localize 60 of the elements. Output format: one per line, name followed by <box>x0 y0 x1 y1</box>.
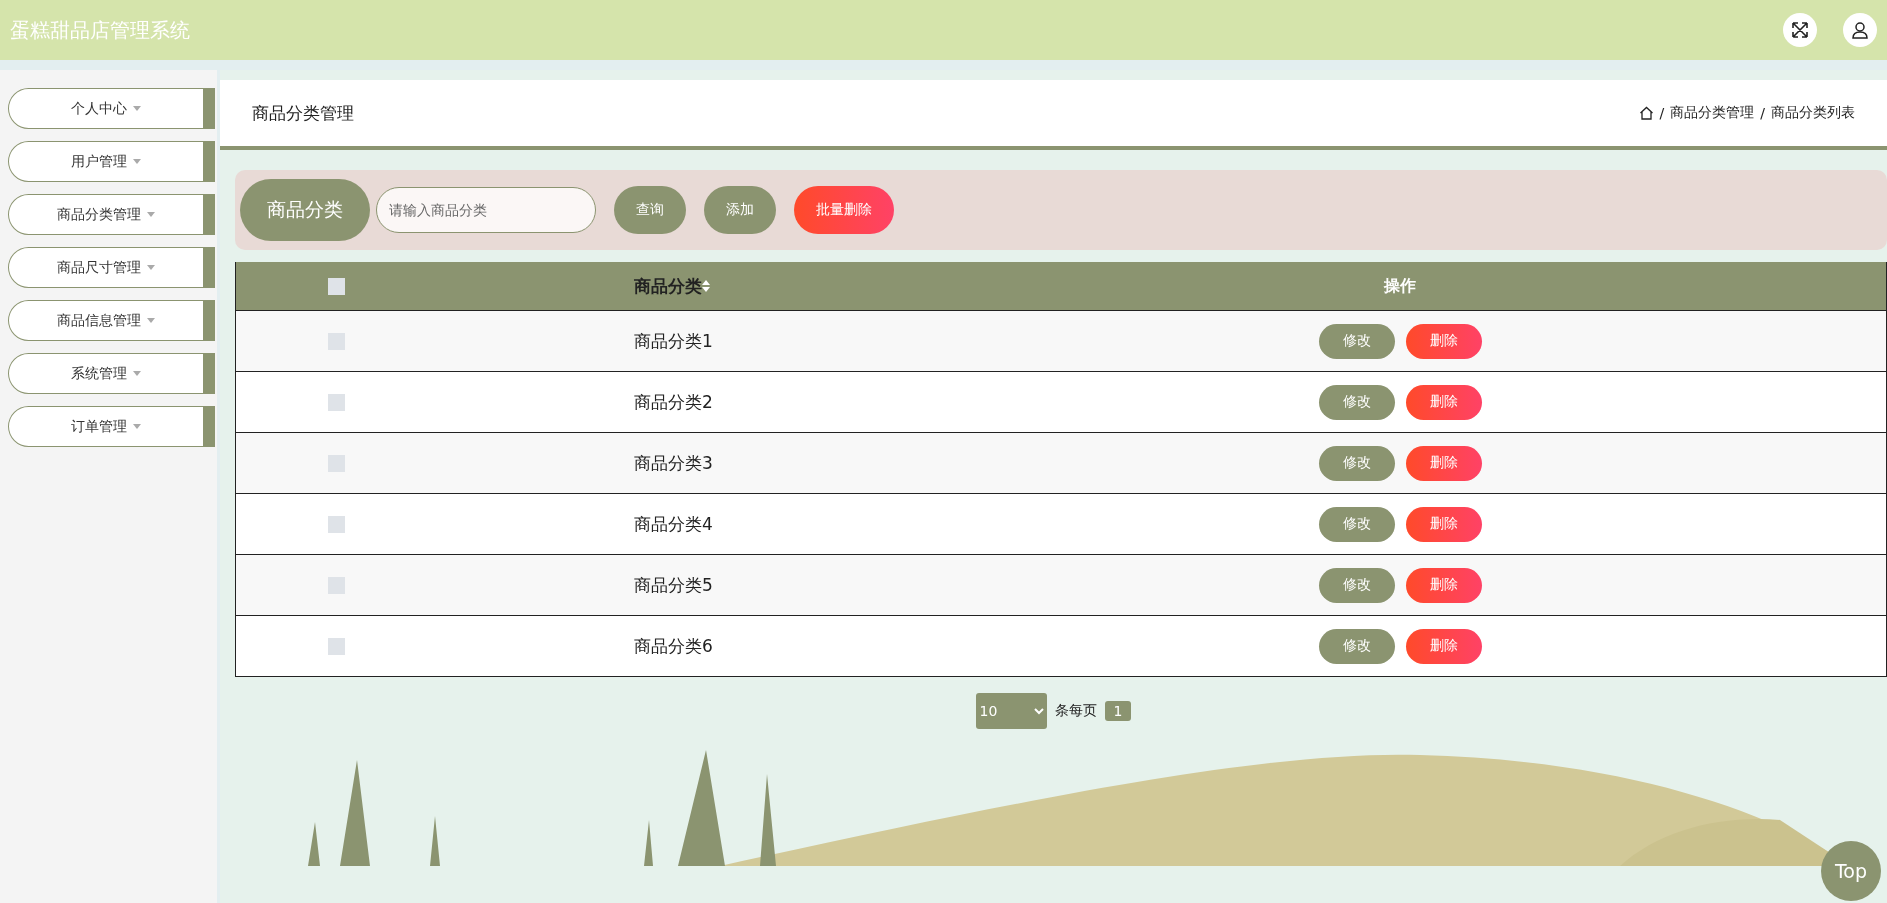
user-icon[interactable] <box>1843 13 1877 47</box>
row-checkbox[interactable] <box>327 454 345 472</box>
table-cell: 商品分类1 <box>634 329 713 353</box>
back-to-top-button[interactable]: Top <box>1821 841 1881 901</box>
toolbar-button[interactable]: 添加 <box>704 186 776 234</box>
breadcrumb-link[interactable]: 商品分类管理 <box>1670 104 1755 122</box>
sidebar-menu-item[interactable]: 商品尺寸管理 <box>8 247 215 288</box>
page-size-label: 条每页 <box>1054 702 1097 720</box>
row-action-button[interactable]: 修改 <box>1318 628 1395 664</box>
toolbar-button[interactable]: 批量删除 <box>794 186 894 234</box>
page-title: 商品分类管理 <box>252 101 355 125</box>
row-checkbox[interactable] <box>327 637 345 655</box>
search-field[interactable]: 请输入商品分类 <box>376 187 596 233</box>
table-cell: 商品分类5 <box>634 573 713 597</box>
caret-icon <box>147 212 155 217</box>
toolbar-button[interactable]: 查询 <box>614 186 686 234</box>
page-size-select[interactable]: 10 <box>975 693 1047 729</box>
column-header[interactable]: 商品分类 <box>634 274 702 298</box>
row-checkbox[interactable] <box>327 332 345 350</box>
row-action-button[interactable]: 删除 <box>1405 323 1482 359</box>
caret-icon <box>133 106 141 111</box>
breadcrumb-separator: / <box>1760 105 1765 121</box>
row-action-button[interactable]: 删除 <box>1405 567 1482 603</box>
select-all-checkbox[interactable] <box>327 277 345 295</box>
sidebar-menu-item[interactable]: 用户管理 <box>8 141 215 182</box>
sort-icon[interactable] <box>702 280 710 292</box>
app-title: 蛋糕甜品店管理系统 <box>10 16 191 44</box>
breadcrumb-link[interactable]: 商品分类列表 <box>1771 104 1855 122</box>
row-checkbox[interactable] <box>327 515 345 533</box>
sidebar-menu-item[interactable]: 商品信息管理 <box>8 300 215 341</box>
row-action-button[interactable]: 删除 <box>1405 506 1482 542</box>
sidebar-menu-item[interactable]: 商品分类管理 <box>8 194 215 235</box>
caret-icon <box>147 318 155 323</box>
row-action-button[interactable]: 删除 <box>1405 445 1482 481</box>
row-action-button[interactable]: 修改 <box>1318 384 1395 420</box>
sidebar-menu-item[interactable]: 系统管理 <box>8 353 215 394</box>
fullscreen-icon[interactable] <box>1783 13 1817 47</box>
caret-icon <box>147 265 155 270</box>
caret-icon <box>133 424 141 429</box>
breadcrumb-separator: / <box>1659 105 1665 121</box>
column-header: 操作 <box>1384 275 1417 297</box>
row-action-button[interactable]: 修改 <box>1318 323 1395 359</box>
table-cell: 商品分类2 <box>634 390 713 414</box>
sidebar-menu-item[interactable]: 个人中心 <box>8 88 215 129</box>
table-cell: 商品分类3 <box>634 451 713 475</box>
home-icon[interactable] <box>1638 106 1654 120</box>
row-checkbox[interactable] <box>327 393 345 411</box>
caret-icon <box>133 371 141 376</box>
page-number[interactable]: 1 <box>1104 701 1132 721</box>
search-label: 商品分类 <box>240 179 370 241</box>
row-action-button[interactable]: 修改 <box>1318 445 1395 481</box>
row-action-button[interactable]: 修改 <box>1318 506 1395 542</box>
row-action-button[interactable]: 修改 <box>1318 567 1395 603</box>
row-checkbox[interactable] <box>327 576 345 594</box>
row-action-button[interactable]: 删除 <box>1405 628 1482 664</box>
table-cell: 商品分类6 <box>634 634 713 658</box>
table-cell: 商品分类4 <box>634 512 713 536</box>
sidebar-menu-item[interactable]: 订单管理 <box>8 406 215 447</box>
caret-icon <box>133 159 141 164</box>
row-action-button[interactable]: 删除 <box>1405 384 1482 420</box>
